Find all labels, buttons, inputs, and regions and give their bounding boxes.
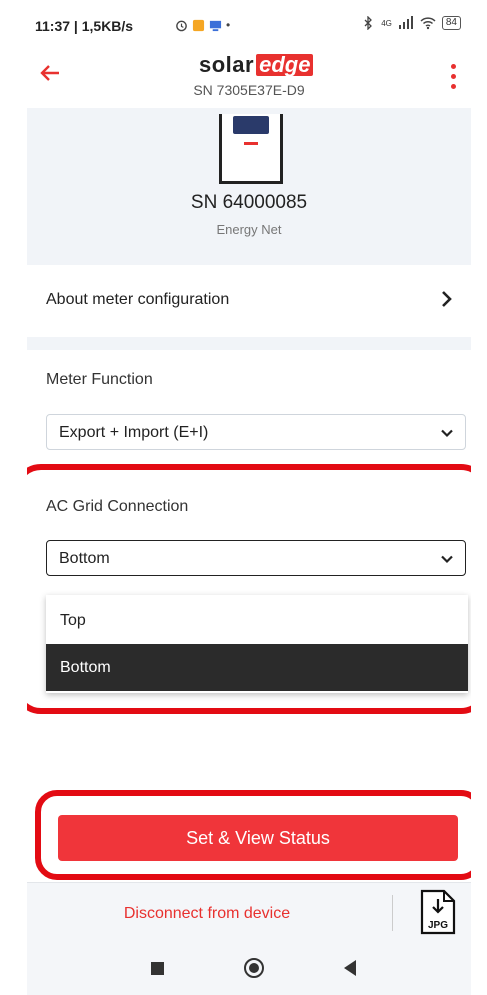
notification-icons: •	[175, 18, 230, 32]
app-notification-icon	[192, 19, 205, 31]
device-type: Energy Net	[216, 222, 282, 237]
dot-icon: •	[226, 18, 231, 32]
app-header: solar edge SN 7305E37E-D9	[27, 46, 471, 108]
header-serial: SN 7305E37E-D9	[193, 82, 305, 98]
jpg-download-icon[interactable]: JPG	[419, 889, 457, 935]
section-divider	[27, 253, 471, 265]
chevron-right-icon	[442, 291, 452, 307]
phone-screen: 11:37 | 1,5KB/s • 4G 84 solar edge SN 730…	[27, 0, 471, 995]
annotation-highlight-ac-grid	[27, 464, 471, 714]
screen-notification-icon	[209, 20, 222, 31]
device-serial: SN 64000085	[190, 192, 308, 213]
about-meter-configuration-label: About meter configuration	[46, 291, 230, 308]
wifi-icon	[420, 17, 436, 30]
system-icons: 4G 84	[361, 16, 461, 30]
network-indicator: 4G	[381, 18, 392, 28]
logo-text-edge: edge	[256, 54, 314, 76]
recents-button[interactable]	[151, 962, 164, 975]
arrow-left-icon	[40, 65, 59, 81]
annotation-highlight-button	[35, 790, 471, 880]
home-button[interactable]	[244, 958, 264, 978]
logo-text-solar: solar	[199, 52, 255, 77]
meter-function-select[interactable]: Export + Import (E+I)	[46, 414, 466, 450]
solaredge-logo: solar edge	[199, 52, 314, 78]
footer-divider	[392, 895, 393, 931]
nav-back-button[interactable]	[344, 960, 356, 976]
device-card: SN 64000085 Energy Net	[27, 108, 471, 253]
svg-text:JPG: JPG	[428, 920, 448, 931]
android-nav-bar	[27, 944, 471, 995]
kebab-menu-icon[interactable]	[443, 58, 463, 94]
meter-device-icon	[219, 114, 283, 184]
about-meter-configuration-row[interactable]: About meter configuration	[27, 265, 471, 337]
bluetooth-icon	[364, 16, 373, 30]
status-bar: 11:37 | 1,5KB/s • 4G 84	[27, 0, 471, 46]
battery-indicator: 84	[441, 16, 461, 30]
footer-bar: Disconnect from device JPG	[27, 882, 471, 944]
alarm-icon	[176, 20, 187, 31]
disconnect-link[interactable]: Disconnect from device	[27, 905, 387, 923]
meter-function-label: Meter Function	[46, 371, 153, 388]
chevron-down-icon	[441, 429, 453, 438]
meter-function-value: Export + Import (E+I)	[59, 424, 209, 441]
status-time: 11:37 | 1,5KB/s	[35, 18, 134, 34]
section-divider	[27, 337, 471, 350]
signal-icon	[398, 16, 413, 29]
